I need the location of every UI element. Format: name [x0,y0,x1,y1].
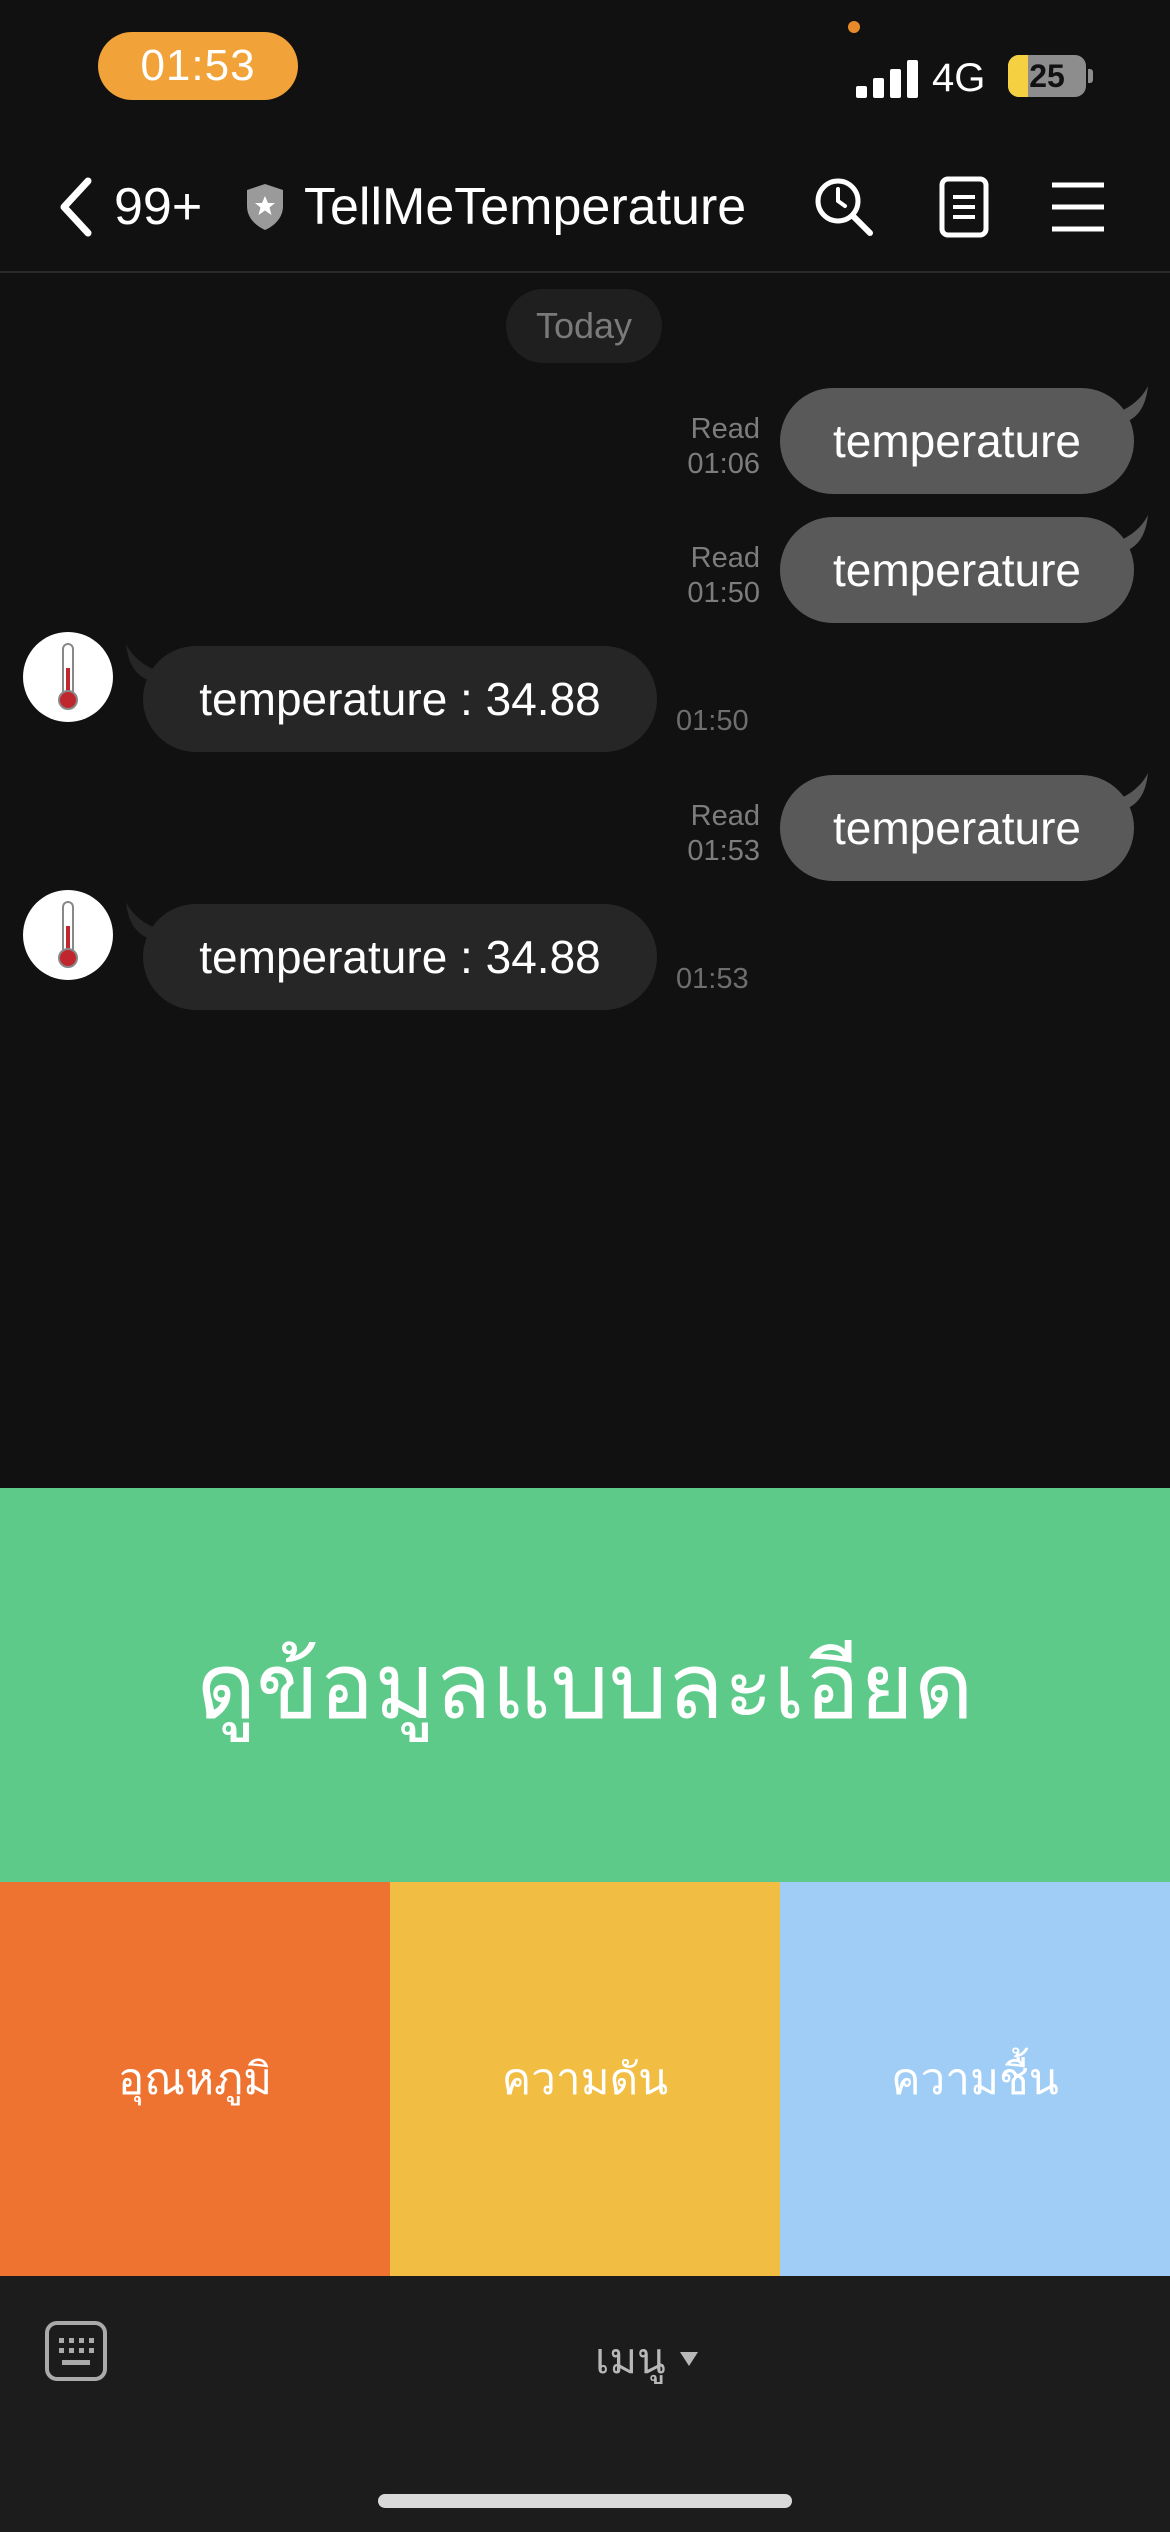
battery-percent: 25 [1029,57,1065,94]
thermometer-icon [58,643,78,710]
bot-avatar[interactable] [23,632,113,722]
message-time: 01:06 [687,448,760,480]
date-separator: Today [506,289,662,363]
incoming-message-bubble[interactable]: temperature : 34.88 [143,904,657,1010]
message-time: 01:50 [676,705,749,737]
menu-temperature-button[interactable]: อุณหภูมิ [0,1882,390,2276]
menu-detail-button[interactable]: ดูข้อมูลแบบละเอียด [0,1488,1170,1882]
message-read-status: Read 01:53 [640,799,760,869]
keyboard-toggle-button[interactable] [44,2320,108,2382]
chevron-left-icon [60,177,92,237]
chat-title: TellMeTemperature [304,178,747,236]
bubble-tail [1106,386,1148,422]
read-label: Read [690,413,760,445]
incoming-message-bubble[interactable]: temperature : 34.88 [143,646,657,752]
outgoing-message-bubble[interactable]: temperature [780,388,1134,494]
message-time: 01:53 [676,963,749,995]
notes-button[interactable] [932,175,996,239]
cellular-signal-icon [856,58,918,98]
unread-count[interactable]: 99+ [114,177,202,237]
bubble-tail [1106,773,1148,809]
read-label: Read [690,800,760,832]
message-read-status: Read 01:50 [640,541,760,611]
status-time: 01:53 [98,32,298,100]
notes-icon [939,176,989,238]
message-time: 01:50 [687,577,760,609]
search-button[interactable] [812,175,876,239]
rich-menu-toggle[interactable]: เมนู [595,2326,698,2392]
menu-pressure-button[interactable]: ความดัน [390,1882,780,2276]
bubble-tail [1106,515,1148,551]
message-time: 01:53 [687,835,760,867]
keyboard-icon [45,2321,107,2381]
menu-toggle-label: เมนู [595,2335,666,2382]
shield-star-icon [243,182,287,232]
bot-avatar[interactable] [23,890,113,980]
battery-icon: 25 [1008,55,1086,97]
back-button[interactable] [52,175,102,239]
bottom-bar: เมนู [0,2276,1170,2532]
outgoing-message-bubble[interactable]: temperature [780,517,1134,623]
camera-indicator-dot [848,21,860,33]
thermometer-icon [58,901,78,968]
outgoing-message-bubble[interactable]: temperature [780,775,1134,881]
battery-tip [1088,69,1093,83]
home-indicator [378,2494,792,2508]
menu-button[interactable] [1046,175,1110,239]
read-label: Read [690,542,760,574]
network-type: 4G [932,56,986,100]
message-read-status: Read 01:06 [640,412,760,482]
status-bar: 01:53 4G 25 [0,0,1170,135]
hamburger-menu-icon [1052,182,1104,232]
chat-header: 99+ TellMeTemperature [0,135,1170,273]
rich-menu: ดูข้อมูลแบบละเอียด อุณหภูมิ ความดัน ความ… [0,1488,1170,2276]
menu-humidity-button[interactable]: ความชื้น [780,1882,1170,2276]
search-icon [815,178,873,236]
triangle-down-icon [679,2352,698,2366]
